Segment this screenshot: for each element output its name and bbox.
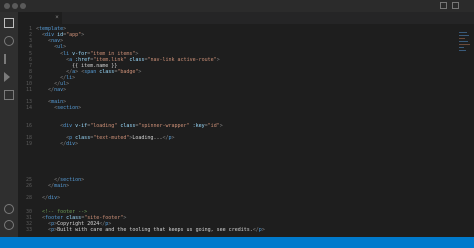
close-window-icon[interactable] — [4, 3, 10, 9]
settings-gear-icon[interactable] — [4, 220, 14, 230]
minimap[interactable] — [456, 24, 474, 237]
panel-toggle-icon[interactable] — [452, 2, 459, 9]
editor-window: × 1 <template> 2 <div id="app"> 3 <nav> 4… — [0, 0, 474, 248]
activity-bar — [0, 12, 18, 237]
extensions-icon[interactable] — [4, 90, 14, 100]
account-icon[interactable] — [4, 204, 14, 214]
minimize-window-icon[interactable] — [12, 3, 18, 9]
tab-inactive[interactable] — [62, 12, 112, 24]
explorer-icon[interactable] — [4, 18, 14, 28]
run-debug-icon[interactable] — [4, 72, 14, 82]
status-bar — [0, 237, 474, 248]
source-control-icon[interactable] — [4, 54, 14, 64]
maximize-window-icon[interactable] — [20, 3, 26, 9]
tab-bar: × — [18, 12, 474, 24]
search-icon[interactable] — [4, 36, 14, 46]
close-tab-icon[interactable]: × — [54, 15, 60, 21]
layout-toggle-icon[interactable] — [440, 2, 447, 9]
title-bar — [0, 0, 474, 12]
code-editor[interactable]: 1 <template> 2 <div id="app"> 3 <nav> 4 <… — [18, 24, 474, 237]
